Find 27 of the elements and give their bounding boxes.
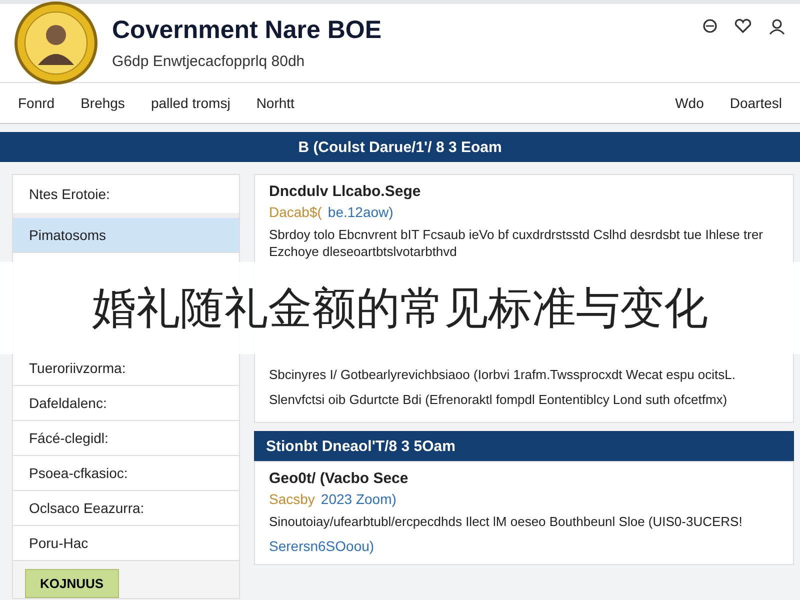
heart-icon[interactable] xyxy=(734,18,752,34)
site-title: Covernment Nare BOE xyxy=(112,16,383,45)
section-banner: Stionbt Dneaol'T/8 3 5Oam xyxy=(254,431,794,461)
nav-link[interactable]: Fonrd xyxy=(18,95,55,111)
article-source: Dacab$( xyxy=(269,204,322,220)
sidebar-item[interactable]: Pimatosoms xyxy=(13,218,239,253)
nav-link[interactable]: palled tromsj xyxy=(150,95,230,111)
user-icon[interactable] xyxy=(768,18,786,36)
caption-overlay: 婚礼随礼金额的常见标准与变化 xyxy=(0,262,800,354)
nav-link[interactable]: Doartesl xyxy=(730,95,782,111)
article-title: Dncdulv Llcabo.Sege xyxy=(269,183,422,200)
nav-link[interactable]: Norhtt xyxy=(256,95,294,111)
nav-link[interactable]: Wdo xyxy=(675,95,704,111)
emblem-icon xyxy=(14,1,98,85)
article-text: Slenvfctsi oib Gdurtcte Bdi (Efrenoraktl fompdl Eontentiblcy Lond suth ofcetfmx) xyxy=(269,391,728,408)
article-link[interactable]: Serersn6SOoou) xyxy=(269,538,374,554)
action-button[interactable]: KOJNUUS xyxy=(25,569,119,598)
article-date: be.12aow) xyxy=(328,204,394,220)
article-text: Sbrdoy tolo Ebcnvrent bIT Fcsaub ieVo bf cuxdrdrstsstd Cslhd desrdsbt tue Ihlese trer Ezchoye dleseoartbtslvotarbthvd xyxy=(269,226,764,260)
section-banner: B (Coulst Darue/1'/ 8 3 Eoam xyxy=(0,132,800,162)
site-subtitle: G6dp Enwtjecacfopprlq 80dh xyxy=(112,53,306,70)
article-source: Sacsby xyxy=(269,491,315,507)
article-text: Sinoutoiay/ufearbtubl/ercpecdhds Ilect lM oeseo Bouthbeunl Sloe (UIS0-3UCERS! xyxy=(269,513,744,530)
nav-link[interactable]: Brehgs xyxy=(80,95,125,111)
article-title: Geo0t/ (Vacbo Sece xyxy=(269,470,410,487)
article-date: 2023 Zoom) xyxy=(320,491,396,507)
article-text: Sbcinyres I/ Gotbearlyrevichbsiaoo (Iorbvi 1rafm.Twssprocxdt Wecat espu ocitsL. xyxy=(269,366,737,383)
